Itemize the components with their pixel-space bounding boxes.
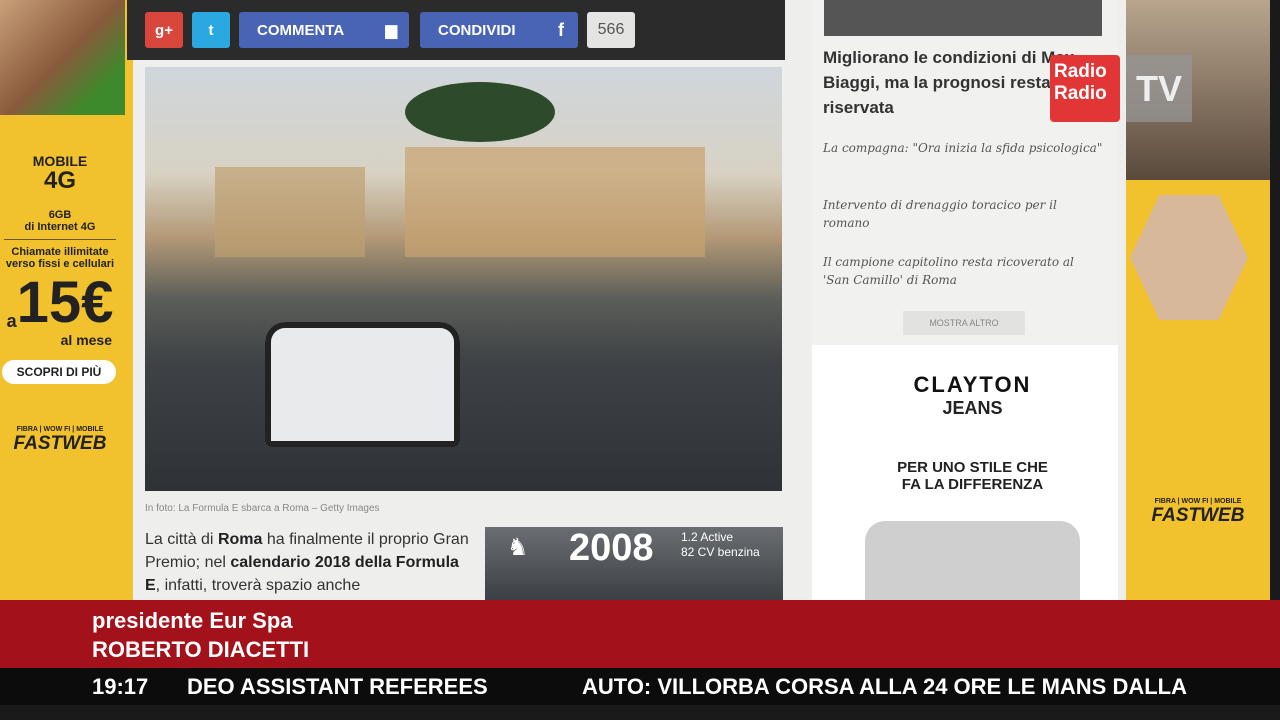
logo-text: Radio: [1054, 83, 1107, 104]
body-text: La città di: [145, 531, 218, 548]
colosseum: [405, 147, 705, 257]
formula-e-car: [265, 322, 460, 447]
clayton-ad[interactable]: CLAYTON JEANS PER UNO STILE CHE FA LA DI…: [830, 360, 1115, 601]
ad-photo: [0, 0, 125, 115]
fastweb-logo: FASTWEB: [13, 433, 107, 454]
fastweb-ad-left[interactable]: MOBILE 4G 6GB di Internet 4G Chiamate il…: [0, 0, 133, 600]
share-label: CONDIVIDI: [438, 21, 516, 39]
ticker-item: AUTO: VILLORBA CORSA ALLA 24 ORE LE MANS…: [582, 673, 1187, 699]
gplus-button[interactable]: g+: [145, 12, 183, 48]
show-more-button[interactable]: MOSTRA ALTRO: [903, 311, 1025, 335]
ad-internet: di Internet 4G: [24, 221, 96, 233]
ad-spec1: 1.2 Active: [681, 530, 734, 544]
related-card: Migliorano le condizioni di Max Biaggi, …: [812, 0, 1118, 345]
ad-photo-hex: [1130, 195, 1248, 320]
ad-calls2: verso fissi e cellulari: [5, 258, 115, 270]
fastweb-logo: FASTWEB: [1151, 505, 1245, 526]
guest-role: presidente Eur Spa: [92, 608, 293, 633]
clayton-sub: JEANS: [942, 398, 1003, 418]
clock: 19:17: [92, 673, 149, 699]
logo-text: Radio: [1054, 61, 1107, 82]
share-bar: g+ t COMMENTA ▆ CONDIVIDI f 566: [127, 0, 785, 60]
facebook-icon: f: [558, 19, 564, 40]
share-count: 566: [587, 12, 635, 48]
related-link[interactable]: Intervento di drenaggio toracico per il …: [823, 196, 1103, 232]
clayton-tagline2: FA LA DIFFERENZA: [901, 476, 1044, 493]
ad-4g: 4G: [43, 167, 76, 194]
clayton-tagline1: PER UNO STILE CHE: [897, 459, 1048, 476]
article-body: La città di Roma ha finalmente il propri…: [145, 528, 475, 597]
ticker-item: DEO ASSISTANT REFEREES: [187, 673, 488, 699]
ad-gb: 6GB: [48, 209, 72, 221]
tree: [405, 82, 555, 142]
body-text: , infatti, troverà spazio anche: [155, 577, 361, 594]
radio-radio-logo: Radio Radio: [1050, 55, 1120, 122]
share-button[interactable]: CONDIVIDI f: [420, 12, 578, 48]
comment-label: COMMENTA: [257, 21, 345, 39]
peugeot-ad[interactable]: ♞ 2008 1.2 Active 82 CV benzina: [485, 527, 783, 600]
ad-tagline: FIBRA | WOW FI | MOBILE: [1154, 498, 1242, 505]
guest-name: ROBERTO DIACETTI: [92, 637, 310, 662]
related-link[interactable]: Il campione capitolino resta ricoverato …: [823, 253, 1103, 289]
photo-caption: In foto: La Formula E sbarca a Roma – Ge…: [145, 503, 380, 514]
related-link[interactable]: La compagna: "Ora inizia la sfida psicol…: [823, 139, 1103, 157]
ad-price: 15€: [16, 270, 114, 335]
article-photo[interactable]: [145, 67, 782, 491]
ad-cta-button[interactable]: SCOPRI DI PIÙ: [2, 360, 116, 384]
twitter-button[interactable]: t: [192, 12, 230, 48]
body-bold: Roma: [217, 531, 263, 548]
ad-tagline: FIBRA | WOW FI | MOBILE: [16, 426, 104, 433]
peugeot-lion-icon: ♞: [507, 534, 529, 561]
ad-calls: Chiamate illimitate: [11, 246, 109, 258]
news-ticker: 19:17 DEO ASSISTANT REFEREES AUTO: VILLO…: [0, 668, 1280, 705]
jeans-image: [865, 521, 1080, 601]
headline-thumbnail[interactable]: [824, 0, 1102, 36]
ad-spec2: 82 CV benzina: [681, 545, 760, 559]
ad-a: a: [6, 311, 17, 331]
arch: [215, 167, 365, 257]
ad-model: 2008: [569, 527, 654, 569]
tv-logo: TV: [1126, 55, 1192, 122]
clayton-brand: CLAYTON: [913, 372, 1032, 397]
comment-button[interactable]: COMMENTA ▆: [239, 12, 409, 48]
lower-third: presidente Eur Spa ROBERTO DIACETTI: [0, 600, 1280, 668]
comment-icon: ▆: [385, 22, 397, 39]
